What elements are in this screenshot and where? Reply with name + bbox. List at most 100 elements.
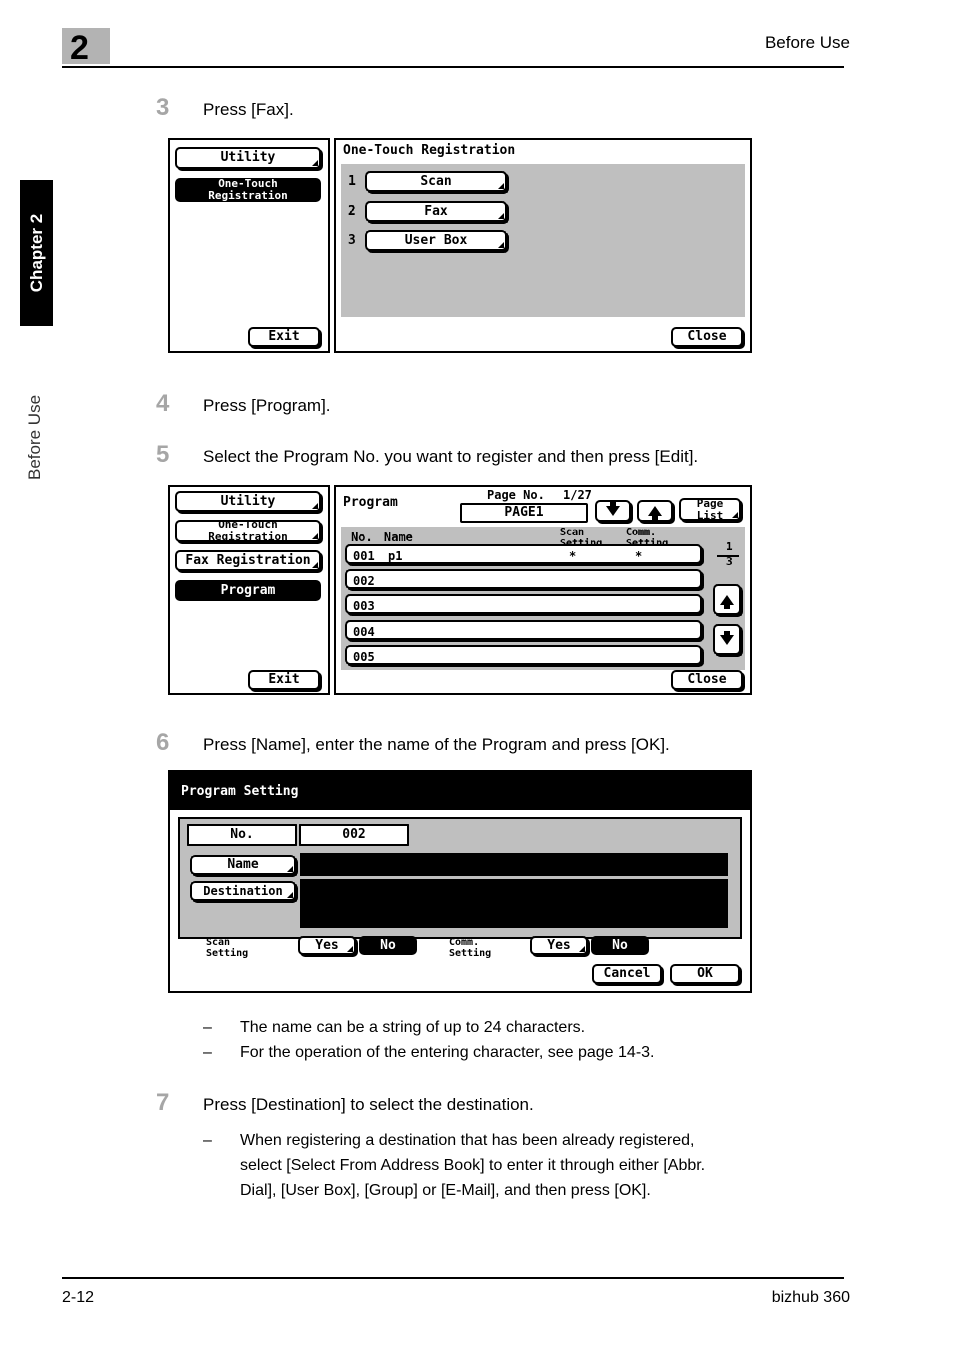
ok-button[interactable]: OK bbox=[670, 964, 740, 984]
comm-setting-yes-button[interactable]: Yes bbox=[530, 936, 588, 955]
header-rule bbox=[62, 66, 844, 68]
close-button-2[interactable]: Close bbox=[671, 670, 743, 690]
page-list-button-label: Page List bbox=[696, 496, 724, 522]
program-row-002[interactable]: 002 bbox=[345, 569, 702, 589]
button-corner-icon bbox=[579, 946, 585, 952]
arrow-down-icon bbox=[720, 630, 734, 645]
one-touch-registration-label: One-Touch Registration bbox=[208, 177, 288, 202]
no-label-cell: No. bbox=[187, 824, 297, 846]
row-no-002: 002 bbox=[353, 574, 375, 588]
arrow-down-icon bbox=[606, 502, 620, 516]
scan-button[interactable]: Scan bbox=[365, 171, 507, 192]
destination-button-label: Destination bbox=[203, 883, 283, 898]
utility-menu-window bbox=[168, 138, 330, 353]
button-corner-icon bbox=[287, 892, 293, 898]
button-corner-icon bbox=[347, 946, 353, 952]
program-row-005[interactable]: 005 bbox=[345, 645, 702, 665]
fax-registration-button[interactable]: Fax Registration bbox=[175, 550, 321, 571]
exit-button-2-label: Exit bbox=[268, 672, 300, 688]
cancel-button-label: Cancel bbox=[603, 966, 651, 982]
close-button-1[interactable]: Close bbox=[671, 327, 743, 347]
row-comm-001: * bbox=[635, 549, 643, 563]
page-down-button[interactable] bbox=[595, 500, 631, 522]
program-row-004[interactable]: 004 bbox=[345, 620, 702, 640]
cancel-button[interactable]: Cancel bbox=[592, 964, 662, 984]
program-button-label: Program bbox=[220, 582, 276, 598]
utility-button-2-label: Utility bbox=[220, 493, 276, 509]
page-no-value: 1/27 bbox=[563, 488, 592, 502]
close-button-2-label: Close bbox=[687, 672, 727, 688]
destination-button[interactable]: Destination bbox=[190, 881, 296, 901]
button-corner-icon bbox=[312, 562, 318, 568]
exit-button-1[interactable]: Exit bbox=[248, 327, 320, 347]
page-field[interactable]: PAGE1 bbox=[460, 503, 588, 523]
row-no-001: 001 bbox=[353, 549, 375, 563]
no-value: 002 bbox=[342, 827, 366, 843]
step-number-5: 5 bbox=[156, 441, 170, 468]
row-no-003: 003 bbox=[353, 599, 375, 613]
fax-registration-label: Fax Registration bbox=[185, 552, 311, 568]
one-touch-panel-title: One-Touch Registration bbox=[343, 143, 516, 158]
column-header-no: No. bbox=[351, 530, 373, 544]
row-scan-001: * bbox=[569, 549, 577, 563]
fax-button[interactable]: Fax bbox=[365, 201, 507, 222]
manual-page: 2 Before Use Chapter 2 Before Use 3 Pres… bbox=[0, 0, 954, 1352]
scan-setting-yes-button[interactable]: Yes bbox=[298, 936, 356, 955]
utility-button-2[interactable]: Utility bbox=[175, 491, 321, 512]
button-corner-icon bbox=[312, 160, 318, 166]
arrow-up-icon bbox=[648, 506, 662, 520]
note-dash-3: – bbox=[203, 1132, 212, 1149]
one-touch-registration-button[interactable]: One-Touch Registration bbox=[175, 178, 321, 202]
column-header-name: Name bbox=[384, 530, 413, 544]
one-touch-registration-2-label: One-Touch Registration bbox=[208, 518, 288, 543]
program-button[interactable]: Program bbox=[175, 580, 321, 601]
utility-button[interactable]: Utility bbox=[175, 147, 321, 169]
no-value-cell: 002 bbox=[299, 824, 409, 846]
program-row-003[interactable]: 003 bbox=[345, 594, 702, 614]
note-text-3-line2: select [Select From Address Book] to ent… bbox=[240, 1157, 706, 1174]
comm-setting-no-label: No bbox=[612, 937, 628, 953]
note-text-1: The name can be a string of up to 24 cha… bbox=[240, 1019, 586, 1036]
row-name-001: p1 bbox=[388, 549, 403, 563]
program-setting-title: Program Setting bbox=[181, 783, 299, 799]
button-corner-icon bbox=[287, 866, 293, 872]
footer-page-number: 2-12 bbox=[62, 1289, 95, 1306]
user-box-button[interactable]: User Box bbox=[365, 230, 507, 251]
exit-button-2[interactable]: Exit bbox=[248, 670, 320, 690]
page-title: Before Use bbox=[764, 33, 850, 52]
step-number-3: 3 bbox=[156, 94, 170, 121]
utility-button-label: Utility bbox=[220, 150, 276, 166]
name-button[interactable]: Name bbox=[190, 855, 296, 875]
page-list-button[interactable]: Page List bbox=[679, 498, 741, 521]
step-number-6: 6 bbox=[156, 729, 170, 756]
step-text-5: Select the Program No. you want to regis… bbox=[203, 447, 699, 466]
program-row-001[interactable]: 001 p1 * * bbox=[345, 544, 702, 564]
scroll-indicator-top: 1 bbox=[726, 540, 733, 553]
row-no-004: 004 bbox=[353, 625, 375, 639]
running-head-vertical: Before Use bbox=[25, 394, 44, 480]
program-panel-title: Program bbox=[343, 495, 398, 510]
scan-setting-no-label: No bbox=[380, 937, 396, 953]
note-text-2: For the operation of the entering charac… bbox=[240, 1044, 655, 1061]
item-index-3: 3 bbox=[348, 233, 356, 248]
scroll-up-button[interactable] bbox=[713, 584, 741, 615]
scan-setting-label: Scan Setting bbox=[206, 937, 249, 959]
name-button-label: Name bbox=[227, 857, 259, 873]
chapter-number: 2 bbox=[70, 29, 89, 67]
footer-model: bizhub 360 bbox=[771, 1289, 850, 1306]
note-dash-2: – bbox=[203, 1044, 212, 1061]
scroll-down-button[interactable] bbox=[713, 624, 741, 655]
note-text-3-line3: Dial], [User Box], [Group] or [E-Mail], … bbox=[240, 1182, 651, 1199]
button-corner-icon bbox=[498, 213, 504, 219]
destination-value-field[interactable] bbox=[300, 879, 728, 928]
name-value-field[interactable] bbox=[300, 853, 728, 876]
comm-setting-no-button[interactable]: No bbox=[591, 936, 649, 955]
comm-setting-label: Comm. Setting bbox=[449, 937, 492, 959]
page-up-button[interactable] bbox=[637, 500, 673, 522]
scan-setting-no-button[interactable]: No bbox=[359, 936, 417, 955]
button-corner-icon bbox=[498, 242, 504, 248]
button-corner-icon bbox=[312, 533, 318, 539]
item-index-2: 2 bbox=[348, 204, 356, 219]
one-touch-registration-button-2[interactable]: One-Touch Registration bbox=[175, 518, 321, 543]
step-number-7: 7 bbox=[156, 1089, 170, 1116]
